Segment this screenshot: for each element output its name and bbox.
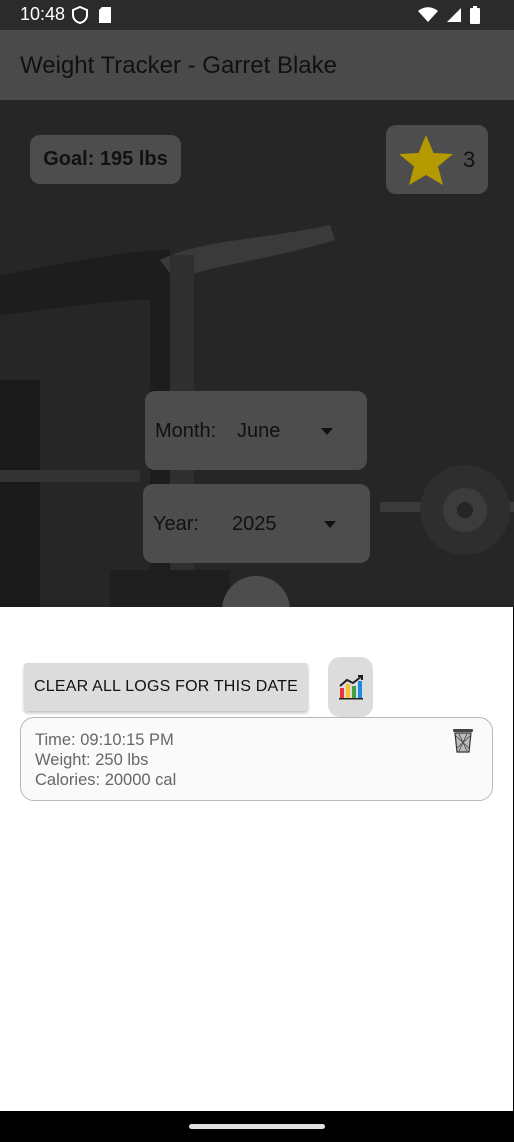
month-value: June [237, 420, 281, 442]
month-dropdown[interactable]: Month: June [145, 391, 367, 470]
goal-badge: Goal: 195 lbs [30, 135, 181, 184]
log-entry-card: Time: 09:10:15 PM Weight: 250 lbs Calori… [20, 717, 493, 801]
status-bar: 10:48 [0, 0, 514, 30]
log-content: CLEAR ALL LOGS FOR THIS DATE Time: 09:10… [0, 607, 513, 1111]
status-time: 10:48 [20, 4, 66, 24]
battery-icon [470, 6, 480, 24]
trash-icon[interactable] [451, 726, 475, 754]
shield-icon [72, 6, 88, 24]
star-icon [399, 135, 453, 185]
log-time: Time: 09:10:15 PM [35, 731, 174, 749]
app-title: Weight Tracker - Garret Blake [20, 52, 337, 79]
streak-count: 3 [463, 147, 476, 172]
log-calories: Calories: 20000 cal [35, 771, 177, 789]
chart-button[interactable] [328, 657, 373, 717]
navigation-bar [0, 1111, 514, 1142]
year-value: 2025 [232, 513, 277, 535]
app-bar: Weight Tracker - Garret Blake [0, 30, 514, 100]
year-label: Year: [153, 513, 199, 535]
home-gesture-handle[interactable] [189, 1124, 325, 1129]
signal-icon [447, 8, 461, 22]
streak-badge[interactable]: 3 [386, 125, 488, 194]
sd-card-icon [99, 7, 111, 23]
hero-panel: Goal: 195 lbs 3 Month: June Year: 2025 [0, 100, 514, 607]
log-weight: Weight: 250 lbs [35, 751, 149, 769]
wifi-icon [418, 7, 438, 22]
year-dropdown[interactable]: Year: 2025 [143, 484, 370, 563]
bar-chart-icon [338, 675, 363, 700]
month-label: Month: [155, 420, 217, 442]
clear-logs-button[interactable]: CLEAR ALL LOGS FOR THIS DATE [24, 663, 308, 711]
chevron-down-icon [324, 521, 336, 528]
chevron-down-icon [321, 428, 333, 435]
